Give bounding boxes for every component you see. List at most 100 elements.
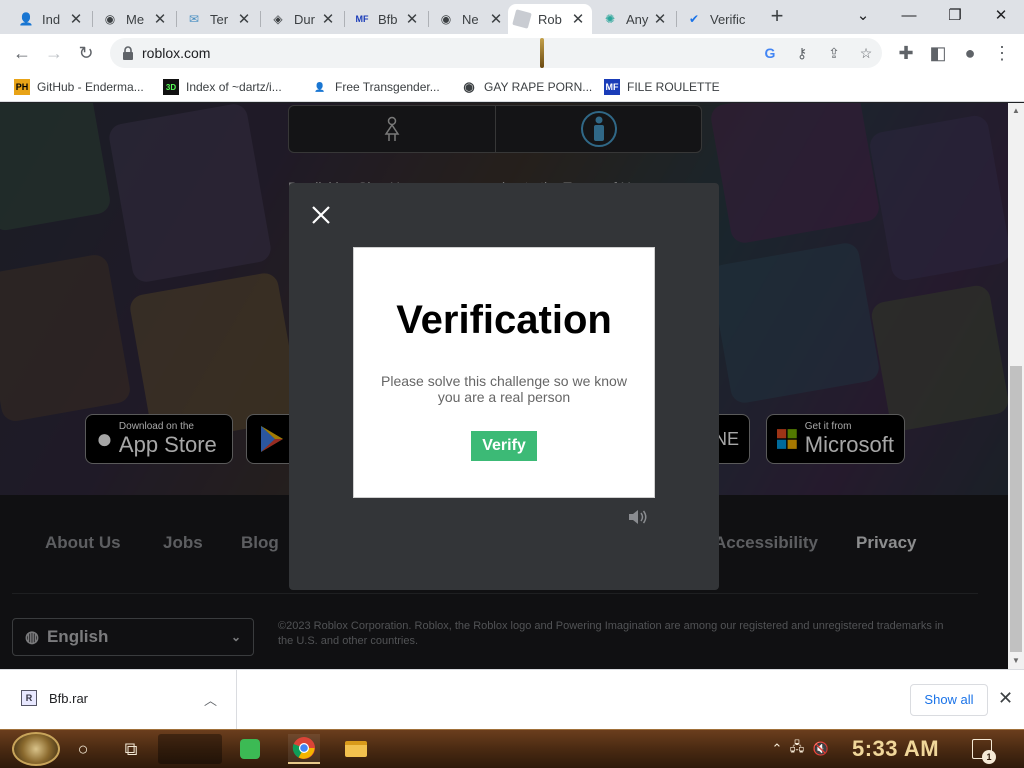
browser-tab[interactable]: ✺ Any ✕ [596, 4, 674, 34]
scroll-down-arrow[interactable]: ▼ [1008, 654, 1024, 668]
tab-title: Dur [294, 11, 315, 27]
close-tab-icon[interactable]: ✕ [68, 10, 84, 28]
address-bar[interactable]: roblox.com G ⚷ ⇪ ☆ [110, 38, 882, 68]
scroll-up-arrow[interactable]: ▲ [1008, 104, 1024, 118]
tab-search-button[interactable]: ⌄ [840, 0, 886, 30]
close-tab-icon[interactable]: ✕ [488, 10, 504, 28]
bookmark-label: Index of ~dartz/i... [186, 80, 282, 94]
file-explorer-icon[interactable] [340, 734, 372, 764]
restore-button[interactable]: ❐ [932, 0, 978, 30]
browser-tab[interactable]: ✔ Verific [680, 4, 756, 34]
page-viewport: By clicking Sign Up, you are agreeing to… [0, 103, 1008, 669]
bookmark-item[interactable]: ◉ GAY RAPE PORN... [461, 77, 592, 97]
bookmark-item[interactable]: PH GitHub - Enderma... [14, 77, 144, 97]
back-button[interactable]: ← [10, 41, 34, 65]
forward-button[interactable]: → [42, 41, 66, 65]
chrome-logo-icon [292, 737, 315, 759]
close-download-bar-icon[interactable]: ✕ [998, 688, 1013, 709]
tray-overflow-icon[interactable]: ⌃ [768, 740, 786, 758]
web-globe-icon: ◉ [104, 12, 116, 26]
verification-modal: Verification Please solve this challenge… [289, 183, 719, 590]
key-icon[interactable]: ⚷ [792, 43, 812, 63]
close-tab-icon[interactable]: ✕ [570, 10, 586, 28]
cursor-marker [540, 38, 544, 68]
verify-button[interactable]: Verify [471, 431, 537, 461]
volume-muted-icon[interactable]: 🔇 [812, 740, 830, 758]
scrollbar-thumb[interactable] [1010, 366, 1022, 652]
close-tab-icon[interactable]: ✕ [652, 10, 668, 28]
taskbar-search-area[interactable] [158, 734, 222, 764]
roblox-icon [512, 9, 532, 29]
reload-button[interactable]: ↻ [74, 41, 98, 65]
bookmark-mf-icon: MF [604, 79, 620, 95]
challenge-panel: Verification Please solve this challenge… [353, 247, 655, 498]
audio-challenge-icon[interactable] [627, 508, 649, 526]
chevron-up-icon[interactable]: ︿ [204, 690, 217, 709]
close-window-button[interactable]: ✕ [978, 0, 1024, 30]
bookmarks-bar: PH GitHub - Enderma... 3D Index of ~dart… [0, 72, 1024, 102]
tab-title: Ne [462, 11, 479, 27]
lock-icon [123, 46, 133, 60]
bookmark-item[interactable]: MF FILE ROULETTE [604, 77, 720, 97]
extensions-icon[interactable]: ✚ [894, 41, 918, 65]
close-tab-icon[interactable]: ✕ [236, 10, 252, 28]
taskbar-clock[interactable]: 5:33 AM [852, 736, 939, 762]
cortana-circle-icon[interactable]: ○ [70, 736, 96, 762]
share-icon[interactable]: ⇪ [824, 43, 844, 63]
show-all-button[interactable]: Show all [910, 684, 988, 716]
close-tab-icon[interactable]: ✕ [404, 10, 420, 28]
bookmark-3d-icon: 3D [163, 79, 179, 95]
network-icon[interactable]: 🖧 [788, 739, 806, 758]
tab-title: Ter [210, 11, 229, 27]
tab-title: Verific [710, 11, 746, 27]
windows-taskbar: ○ ⧉ ⌃ 🖧 🔇 5:33 AM 1 [0, 729, 1024, 768]
browser-tabstrip: 👤 Ind ✕ ◉ Me ✕ ✉ Ter ✕ ◈ Dur ✕ MF Bfb ✕ … [0, 0, 1024, 34]
new-tab-button[interactable]: + [766, 5, 788, 28]
chrome-app-icon[interactable] [288, 734, 320, 764]
close-tab-icon[interactable]: ✕ [320, 10, 336, 28]
notification-count-badge: 1 [982, 750, 996, 764]
verification-title: Verification [396, 298, 612, 342]
side-panel-icon[interactable]: ◧ [926, 41, 950, 65]
browser-tab[interactable]: ◈ Dur ✕ [264, 4, 342, 34]
bookmark-ph-icon: PH [14, 79, 30, 95]
url-text: roblox.com [142, 45, 211, 61]
task-view-icon[interactable]: ⧉ [118, 736, 144, 762]
notes-app-icon[interactable] [234, 734, 266, 764]
browser-tab[interactable]: ◉ Ne ✕ [432, 4, 510, 34]
user-badge-icon: 👤 [18, 12, 34, 26]
google-translate-icon[interactable]: G [760, 43, 780, 63]
download-item[interactable]: R Bfb.rar ︿ [0, 670, 237, 729]
bookmark-user-icon: 👤 [314, 81, 326, 92]
tab-title: Me [126, 11, 145, 27]
web-globe-icon: ◉ [440, 12, 452, 26]
browser-tab[interactable]: MF Bfb ✕ [348, 4, 426, 34]
tab-title: Ind [42, 11, 61, 27]
bookmark-label: FILE ROULETTE [627, 80, 720, 94]
verification-message: Please solve this challenge so we know y… [381, 373, 627, 405]
bookmark-item[interactable]: 3D Index of ~dartz/i... [163, 77, 282, 97]
browser-tab[interactable]: ✉ Ter ✕ [180, 4, 258, 34]
menu-kebab-icon[interactable]: ⋮ [990, 41, 1014, 65]
tab-title: Any [626, 11, 649, 27]
archive-file-icon: R [21, 690, 37, 706]
close-tab-icon[interactable]: ✕ [152, 10, 168, 28]
close-icon[interactable] [309, 203, 333, 227]
bookmark-label: Free Transgender... [335, 80, 440, 94]
browser-toolbar: ← → ↻ roblox.com G ⚷ ⇪ ☆ ✚ ◧ ● ⋮ [0, 34, 1024, 72]
diamond-icon: ◈ [273, 12, 283, 26]
minimize-button[interactable]: — [886, 0, 932, 30]
start-button[interactable] [12, 732, 60, 766]
tab-title: Rob [538, 11, 562, 27]
bookmark-item[interactable]: 👤 Free Transgender... [312, 77, 440, 97]
browser-tab[interactable]: ◉ Me ✕ [96, 4, 174, 34]
browser-tab-active[interactable]: Rob ✕ [508, 4, 592, 34]
profile-avatar-icon[interactable]: ● [958, 41, 982, 65]
tab-title: Bfb [378, 11, 398, 27]
download-bar: R Bfb.rar ︿ Show all ✕ [0, 669, 1024, 729]
mail-icon: ✉ [188, 12, 200, 26]
browser-tab[interactable]: 👤 Ind ✕ [12, 4, 90, 34]
bookmark-star-icon[interactable]: ☆ [856, 43, 876, 63]
gear-spark-icon: ✺ [604, 12, 616, 26]
download-filename: Bfb.rar [49, 691, 89, 706]
